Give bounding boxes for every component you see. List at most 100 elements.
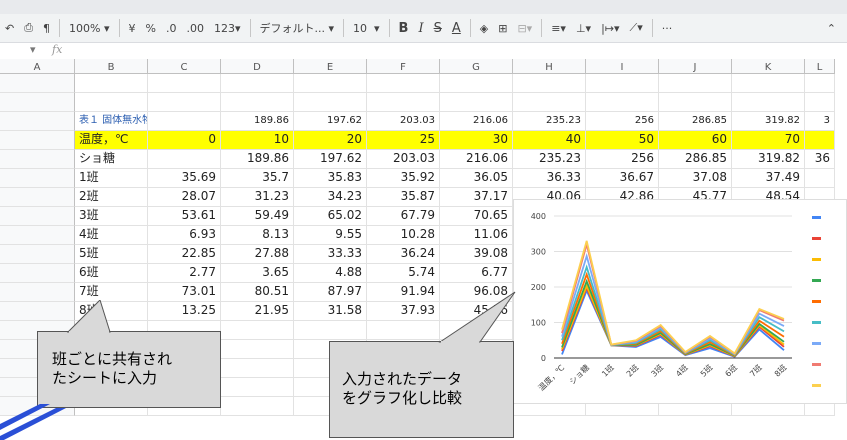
data-cell[interactable]: 197.62 (294, 112, 367, 131)
fill-color-icon[interactable]: ◈ (475, 17, 493, 39)
line-chart[interactable]: 0 100 200 300 400 温度，℃ ショ糖 1班 2班 3班 4班 5班 6班 7班 8班 (513, 199, 847, 404)
row-label[interactable]: 1班 (75, 169, 148, 188)
column-header[interactable]: G (440, 59, 513, 74)
row-label[interactable]: ショ糖 (75, 150, 148, 169)
data-cell[interactable]: 4.88 (294, 264, 367, 283)
data-cell[interactable]: 216.06 (440, 150, 513, 169)
grid-cell[interactable] (0, 131, 75, 150)
data-cell[interactable]: 5.74 (367, 264, 440, 283)
increase-decimal-button[interactable]: .00 (181, 17, 209, 39)
data-cell[interactable]: 203.03 (367, 112, 440, 131)
data-cell[interactable]: 36.33 (513, 169, 586, 188)
grid-cell[interactable] (75, 93, 148, 112)
grid-cell[interactable] (0, 245, 75, 264)
row-label[interactable]: 3班 (75, 207, 148, 226)
column-header[interactable]: I (586, 59, 659, 74)
grid-cell[interactable] (294, 74, 367, 93)
data-cell[interactable]: 36.67 (586, 169, 659, 188)
data-cell[interactable]: 22.85 (148, 245, 221, 264)
data-cell[interactable]: 10 (221, 131, 294, 150)
grid-cell[interactable] (221, 397, 294, 416)
grid-cell[interactable] (513, 93, 586, 112)
data-cell[interactable] (805, 131, 835, 150)
data-cell[interactable]: 36 (805, 150, 835, 169)
grid-cell[interactable] (221, 378, 294, 397)
column-header[interactable]: D (221, 59, 294, 74)
grid-cell[interactable] (221, 93, 294, 112)
grid-cell[interactable] (0, 264, 75, 283)
align-horizontal-icon[interactable]: ≡▾ (546, 17, 571, 39)
data-cell[interactable]: 216.06 (440, 112, 513, 131)
data-cell[interactable] (805, 169, 835, 188)
column-header[interactable]: B (75, 59, 148, 74)
data-cell[interactable]: 203.03 (367, 150, 440, 169)
grid-cell[interactable] (805, 93, 835, 112)
grid-cell[interactable] (221, 359, 294, 378)
data-cell[interactable]: 35.7 (221, 169, 294, 188)
column-header[interactable]: H (513, 59, 586, 74)
data-cell[interactable]: 39.08 (440, 245, 513, 264)
row-label[interactable]: 温度，℃ (75, 131, 148, 150)
data-cell[interactable]: 59.49 (221, 207, 294, 226)
data-cell[interactable]: 286.85 (659, 150, 732, 169)
strikethrough-button[interactable]: S (429, 17, 447, 39)
column-header[interactable]: E (294, 59, 367, 74)
data-cell[interactable]: 9.55 (294, 226, 367, 245)
grid-cell[interactable] (367, 74, 440, 93)
data-cell[interactable] (148, 150, 221, 169)
grid-cell[interactable] (586, 74, 659, 93)
grid-cell[interactable] (221, 74, 294, 93)
data-cell[interactable]: 80.51 (221, 283, 294, 302)
zoom-select[interactable]: 100% ▾ (64, 17, 114, 39)
data-cell[interactable]: 28.07 (148, 188, 221, 207)
column-header[interactable]: J (659, 59, 732, 74)
percent-button[interactable]: % (141, 17, 161, 39)
grid-cell[interactable] (294, 321, 367, 340)
data-cell[interactable]: 70 (732, 131, 805, 150)
data-cell[interactable]: 10.28 (367, 226, 440, 245)
data-cell[interactable]: 73.01 (148, 283, 221, 302)
data-cell[interactable]: 34.23 (294, 188, 367, 207)
row-label[interactable]: 4班 (75, 226, 148, 245)
data-cell[interactable]: 319.82 (732, 112, 805, 131)
data-cell[interactable]: 40 (513, 131, 586, 150)
grid-cell[interactable] (805, 74, 835, 93)
grid-cell[interactable] (732, 74, 805, 93)
grid-cell[interactable] (440, 74, 513, 93)
grid-cell[interactable] (221, 340, 294, 359)
data-cell[interactable]: 87.97 (294, 283, 367, 302)
grid-cell[interactable] (148, 74, 221, 93)
borders-icon[interactable]: ⊞ (493, 17, 512, 39)
data-cell[interactable]: 6.93 (148, 226, 221, 245)
italic-button[interactable]: I (413, 17, 428, 39)
column-header[interactable]: C (148, 59, 221, 74)
name-box-dropdown-icon[interactable]: ▾ (30, 43, 36, 56)
data-cell[interactable]: 235.23 (513, 112, 586, 131)
data-cell[interactable]: 70.65 (440, 207, 513, 226)
data-cell[interactable]: 31.23 (221, 188, 294, 207)
paint-format-icon[interactable]: ¶ (38, 17, 55, 39)
grid-cell[interactable] (0, 226, 75, 245)
undo-icon[interactable]: ↶ (0, 17, 19, 39)
data-cell[interactable]: 286.85 (659, 112, 732, 131)
text-rotate-icon[interactable]: ⟋▾ (625, 17, 648, 39)
data-cell[interactable]: 27.88 (221, 245, 294, 264)
grid-cell[interactable] (513, 74, 586, 93)
data-cell[interactable]: 235.23 (513, 150, 586, 169)
row-label[interactable]: 2班 (75, 188, 148, 207)
data-cell[interactable]: 20 (294, 131, 367, 150)
grid-cell[interactable] (0, 150, 75, 169)
data-cell[interactable]: 37.08 (659, 169, 732, 188)
data-cell[interactable]: 8.13 (221, 226, 294, 245)
merge-cells-icon[interactable]: ⊟▾ (512, 17, 537, 39)
grid-cell[interactable] (0, 93, 75, 112)
font-size-select[interactable]: 10 ▾ (348, 17, 385, 39)
grid-cell[interactable] (367, 93, 440, 112)
data-cell[interactable]: 256 (586, 150, 659, 169)
grid-cell[interactable] (294, 93, 367, 112)
data-cell[interactable]: 33.33 (294, 245, 367, 264)
grid-cell[interactable] (659, 74, 732, 93)
grid-cell[interactable] (148, 93, 221, 112)
data-cell[interactable]: 35.87 (367, 188, 440, 207)
data-cell[interactable]: 30 (440, 131, 513, 150)
